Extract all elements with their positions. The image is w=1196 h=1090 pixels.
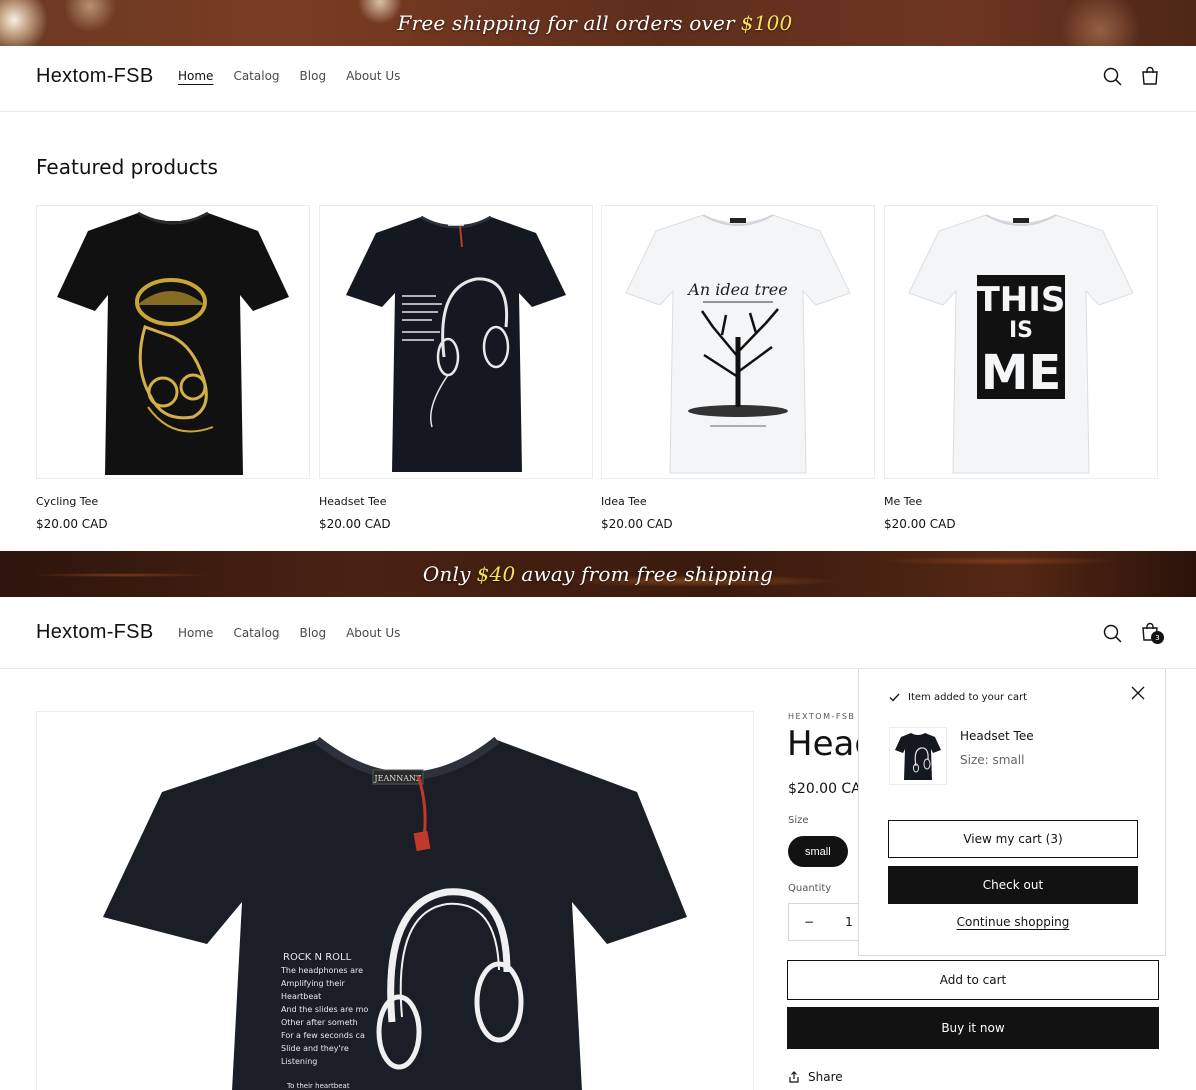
product-price: $20.00 CAD [601, 517, 673, 531]
close-icon[interactable] [1131, 686, 1145, 700]
site-header: Hextom-FSB Home Catalog Blog About Us 3 [0, 598, 1196, 669]
nav-about-us[interactable]: About Us [346, 69, 400, 83]
add-to-cart-button[interactable]: Add to cart [787, 960, 1159, 1000]
added-text: Item added to your cart [908, 692, 1027, 703]
cart-item-name: Headset Tee [960, 729, 1034, 743]
nav-blog[interactable]: Blog [300, 69, 327, 83]
announcement-bar: Free shipping for all orders over $100 [0, 0, 1196, 46]
continue-shopping-link[interactable]: Continue shopping [859, 915, 1167, 929]
print-line: The headphones are [280, 966, 363, 975]
headset-tee-thumbnail [895, 733, 941, 780]
store-logo[interactable]: Hextom-FSB [36, 65, 153, 88]
product-vendor: HEXTOM-FSB [788, 712, 856, 721]
print-line: Other after someth [281, 1018, 358, 1027]
shipping-prefix: Only [422, 562, 471, 586]
size-option-small[interactable]: small [788, 836, 848, 867]
print-footer: To their heartbeat [286, 1082, 350, 1090]
print-line: Slide and they're [281, 1044, 349, 1053]
store-logo[interactable]: Hextom-FSB [36, 621, 153, 644]
print-heading: ROCK N ROLL [283, 952, 352, 963]
product-image[interactable] [36, 205, 310, 479]
share-icon [789, 1071, 799, 1083]
product-image[interactable]: THIS IS ME [884, 205, 1158, 479]
site-header: Hextom-FSB Home Catalog Blog About Us [0, 46, 1196, 112]
buy-it-now-button[interactable]: Buy it now [787, 1007, 1159, 1049]
cart-notification: Item added to your cart Headset Tee Size… [858, 669, 1166, 956]
svg-text:IS: IS [1009, 318, 1033, 343]
nav-about-us[interactable]: About Us [346, 626, 400, 640]
idea-tee-image: An idea tree [625, 214, 851, 474]
search-icon[interactable] [1102, 623, 1124, 645]
headset-tee-large-image: JEANNANZ ROCK N ROLL The headphones are … [103, 736, 687, 1090]
product-name[interactable]: Cycling Tee [36, 495, 310, 508]
product-card[interactable]: An idea tree Idea Tee $20.00 CAD [601, 205, 875, 531]
quantity-decrease-button[interactable]: − [789, 915, 829, 929]
product-image[interactable] [319, 205, 593, 479]
product-card[interactable]: Headset Tee $20.00 CAD [319, 205, 593, 531]
product-name[interactable]: Idea Tee [601, 495, 875, 508]
nav-catalog[interactable]: Catalog [233, 626, 279, 640]
product-price: $20.00 CA [788, 781, 861, 797]
main-nav: Home Catalog Blog About Us [178, 69, 420, 83]
main-nav: Home Catalog Blog About Us [178, 626, 420, 640]
cart-count-badge: 3 [1151, 631, 1164, 644]
product-price: $20.00 CAD [36, 517, 108, 531]
svg-text:THIS: THIS [977, 280, 1066, 320]
announcement-text: Free shipping for all orders over [397, 11, 735, 35]
product-price: $20.00 CAD [884, 517, 956, 531]
announcement-amount: $100 [740, 11, 793, 35]
nav-blog[interactable]: Blog [300, 626, 327, 640]
shirt-brand-label: JEANNANZ [373, 774, 422, 783]
print-line: Heartbeat [281, 992, 321, 1001]
shipping-suffix: away from free shipping [521, 562, 774, 586]
size-label: Size [788, 815, 809, 826]
cart-item-size: Size: small [960, 753, 1025, 767]
product-name[interactable]: Me Tee [884, 495, 1158, 508]
svg-text:ME: ME [981, 345, 1062, 401]
nav-catalog[interactable]: Catalog [233, 69, 279, 83]
print-line: Listening [281, 1057, 317, 1066]
print-line: Amplifying their [281, 979, 345, 988]
nav-home[interactable]: Home [178, 69, 213, 83]
shipping-remaining-amount: $40 [476, 562, 516, 586]
search-icon[interactable] [1102, 66, 1124, 88]
quantity-label: Quantity [788, 883, 832, 894]
product-card[interactable]: THIS IS ME Me Tee $20.00 CAD [884, 205, 1158, 531]
headset-tee-image [346, 215, 566, 472]
cart-item-thumbnail [889, 727, 947, 785]
product-main-image[interactable]: JEANNANZ ROCK N ROLL The headphones are … [36, 711, 754, 1090]
svg-text:An idea tree: An idea tree [686, 280, 787, 299]
share-button[interactable]: Share [788, 1070, 843, 1084]
nav-home[interactable]: Home [178, 626, 213, 640]
checkmark-icon [889, 693, 900, 702]
view-cart-button[interactable]: View my cart (3) [888, 820, 1138, 858]
checkout-button[interactable]: Check out [888, 866, 1138, 904]
cycling-tee-image [57, 211, 289, 475]
share-label: Share [808, 1070, 843, 1084]
cart-icon[interactable] [1139, 65, 1161, 87]
me-tee-image: THIS IS ME [908, 214, 1134, 474]
print-line: For a few seconds ca [281, 1031, 365, 1040]
product-name[interactable]: Headset Tee [319, 495, 593, 508]
featured-products-title: Featured products [36, 155, 218, 179]
product-price: $20.00 CAD [319, 517, 391, 531]
product-image[interactable]: An idea tree [601, 205, 875, 479]
product-card[interactable]: Cycling Tee $20.00 CAD [36, 205, 310, 531]
shipping-progress-bar: Only $40 away from free shipping [0, 551, 1196, 597]
print-line: And the slides are mo [281, 1005, 368, 1014]
added-message: Item added to your cart [889, 692, 1027, 703]
